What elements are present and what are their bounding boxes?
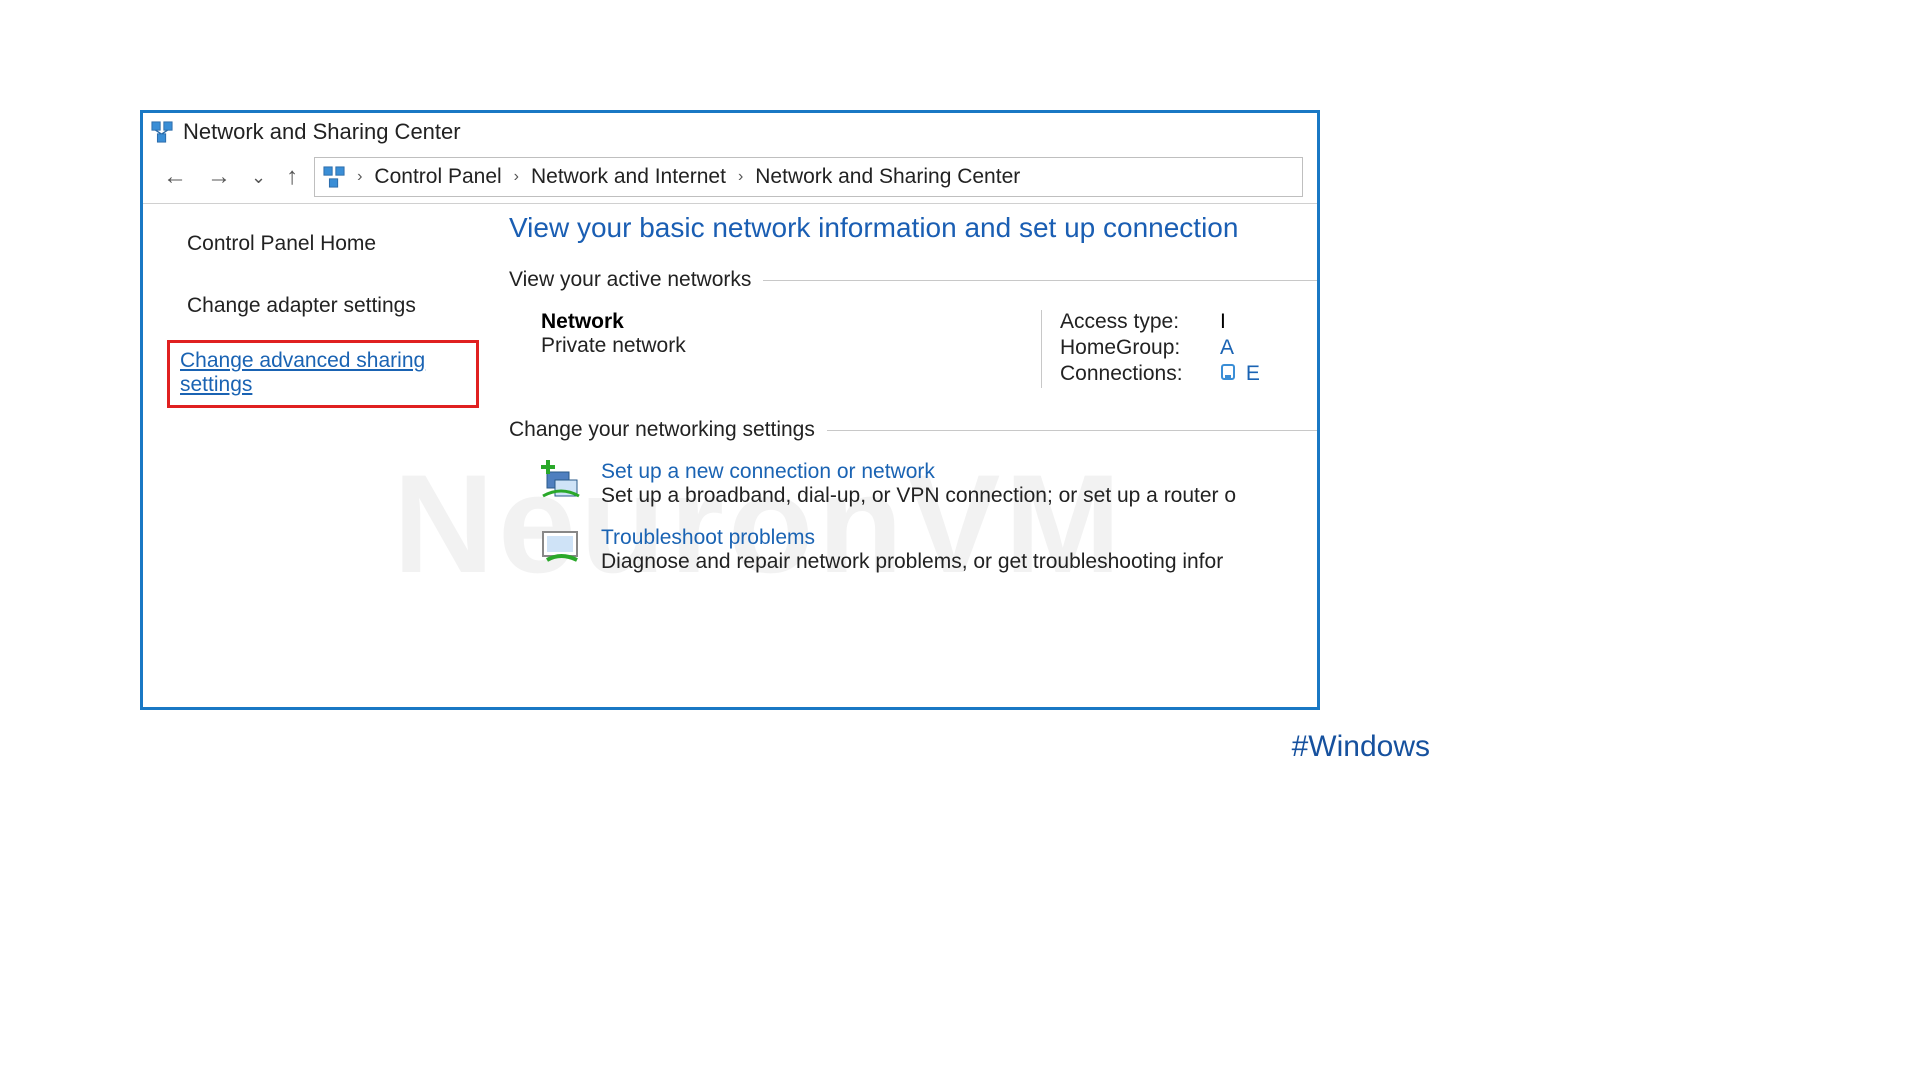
divider [763,280,1317,281]
connections-label: Connections: [1060,362,1190,386]
divider [827,430,1317,431]
breadcrumb-item[interactable]: Network and Internet [531,165,726,189]
window-frame: NeuronVM Network and Sharing Center ← → … [140,110,1320,710]
access-type-label: Access type: [1060,310,1190,334]
network-info: Network Private network [541,310,1041,388]
network-type: Private network [541,334,1041,358]
setup-connection-link[interactable]: Set up a new connection or network [601,460,1236,484]
chevron-right-icon: › [512,168,521,186]
hashtag-label: #Windows [1292,730,1430,764]
homegroup-label: HomeGroup: [1060,336,1190,360]
network-row: Network Private network Access type: I H… [541,310,1317,388]
active-networks-section-title: View your active networks [509,268,1317,292]
access-type-value: I [1220,310,1226,334]
address-icon [323,166,345,188]
connection-value: E [1246,362,1260,385]
forward-button[interactable]: → [207,165,231,189]
chevron-right-icon: › [355,168,364,186]
content-area: Control Panel Home Change adapter settin… [143,204,1317,708]
main-panel: View your basic network information and … [503,204,1317,708]
network-name: Network [541,310,1041,334]
change-settings-section-title: Change your networking settings [509,418,1317,442]
network-center-icon [151,121,173,143]
back-button[interactable]: ← [163,165,187,189]
section-label: Change your networking settings [509,418,815,442]
breadcrumb-item[interactable]: Network and Sharing Center [755,165,1020,189]
page-heading: View your basic network information and … [509,212,1317,244]
change-advanced-sharing-link[interactable]: Change advanced sharing settings [180,349,425,396]
setup-connection-desc: Set up a broadband, dial-up, or VPN conn… [601,484,1236,508]
history-dropdown[interactable]: ⌄ [251,168,266,186]
troubleshoot-link[interactable]: Troubleshoot problems [601,526,1223,550]
network-details: Access type: I HomeGroup: A Connections: [1041,310,1260,388]
section-label: View your active networks [509,268,751,292]
change-adapter-settings-link[interactable]: Change adapter settings [187,294,479,318]
toolbar: ← → ⌄ ↑ › Control Panel › Network and In… [143,151,1317,204]
title-bar: Network and Sharing Center [143,113,1317,151]
homegroup-link[interactable]: A [1220,336,1234,360]
setup-connection-item: Set up a new connection or network Set u… [541,460,1317,508]
setup-connection-icon [541,460,583,502]
troubleshoot-item: Troubleshoot problems Diagnose and repai… [541,526,1317,574]
window-title: Network and Sharing Center [183,119,461,145]
sidebar: Control Panel Home Change adapter settin… [143,204,503,708]
connection-link[interactable]: E [1220,362,1260,386]
chevron-right-icon: › [736,168,745,186]
breadcrumb-item[interactable]: Control Panel [374,165,501,189]
highlighted-box: Change advanced sharing settings [167,340,479,408]
troubleshoot-icon [541,526,583,568]
up-button[interactable]: ↑ [286,165,298,189]
address-bar[interactable]: › Control Panel › Network and Internet ›… [314,157,1303,197]
ethernet-icon [1220,363,1236,383]
nav-arrows: ← → ⌄ ↑ [157,165,302,189]
troubleshoot-desc: Diagnose and repair network problems, or… [601,550,1223,574]
control-panel-home-link[interactable]: Control Panel Home [187,232,479,256]
